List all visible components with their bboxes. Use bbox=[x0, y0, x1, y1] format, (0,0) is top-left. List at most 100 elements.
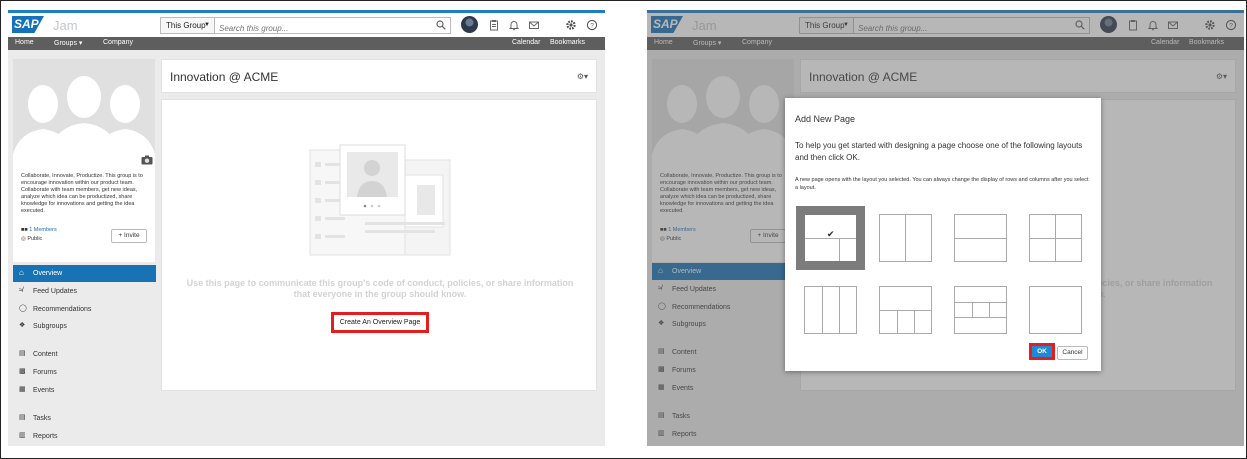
subgroups-icon: ❖ bbox=[19, 322, 26, 329]
document-icon: ▤ bbox=[19, 350, 26, 357]
nav-bookmarks[interactable]: Bookmarks bbox=[550, 39, 585, 46]
caret-down-icon: ▼ bbox=[204, 22, 210, 28]
dialog-note: A new page opens with the layout you sel… bbox=[795, 177, 1089, 191]
home-icon: ⌂ bbox=[19, 268, 24, 277]
app-name: Jam bbox=[53, 18, 78, 33]
group-description: Collaborate, Innovate, Productize. This … bbox=[21, 173, 143, 214]
overview-content: Use this page to communicate this group'… bbox=[161, 99, 597, 391]
nav-home[interactable]: Home bbox=[15, 39, 34, 46]
clipboard-icon: ▤ bbox=[19, 414, 26, 421]
layout-divider bbox=[897, 310, 898, 333]
sidebar-item-content[interactable]: ▤ Content bbox=[13, 346, 156, 363]
camera-icon[interactable] bbox=[141, 155, 153, 165]
layout-divider bbox=[972, 302, 973, 317]
mail-icon[interactable] bbox=[528, 19, 540, 31]
sidebar-item-feed-updates[interactable]: ≉ Feed Updates bbox=[13, 283, 156, 300]
create-overview-page-button[interactable]: Create An Overview Page bbox=[331, 312, 429, 333]
layout-divider bbox=[839, 287, 840, 333]
user-settings-icon: ⚙ bbox=[576, 72, 584, 81]
sidebar-item-label: Content bbox=[33, 351, 58, 358]
chat-icon: ▩ bbox=[19, 368, 26, 375]
svg-text:?: ? bbox=[590, 22, 594, 29]
chart-icon: ▥ bbox=[19, 432, 26, 439]
group-info-card: Collaborate, Innovate, Productize. This … bbox=[13, 167, 155, 262]
sidebar-item-overview[interactable]: ⌂ Overview bbox=[13, 265, 156, 282]
layout-divider bbox=[955, 317, 1006, 318]
group-settings-menu[interactable]: ⚙▾ bbox=[577, 72, 588, 81]
sidebar-item-label: Feed Updates bbox=[33, 288, 77, 295]
layout-divider bbox=[955, 302, 1006, 303]
page-placeholder-illustration bbox=[309, 144, 451, 256]
layout-divider bbox=[989, 302, 990, 317]
members-link[interactable]: ■■ 1 Members bbox=[21, 227, 57, 234]
lightbulb-icon: ◯ bbox=[19, 305, 27, 312]
group-cover-photo bbox=[13, 59, 155, 167]
layout-option-four-grid[interactable] bbox=[1029, 214, 1082, 262]
calendar-icon: ▦ bbox=[19, 386, 26, 393]
sidebar-item-label: Forums bbox=[33, 369, 57, 376]
sidebar-item-label: Overview bbox=[33, 270, 63, 277]
layout-option-two-columns[interactable] bbox=[879, 214, 932, 262]
nav-calendar[interactable]: Calendar bbox=[512, 39, 540, 46]
sidebar-item-label: Recommendations bbox=[33, 306, 92, 313]
help-icon[interactable]: ? bbox=[586, 19, 598, 31]
sidebar-item-label: Subgroups bbox=[33, 323, 67, 330]
main-nav: Home Groups ▾ Company Calendar Bookmarks bbox=[8, 37, 605, 50]
layout-option-row-over-three-columns[interactable] bbox=[879, 286, 932, 334]
sidebar-item-label: Reports bbox=[33, 433, 58, 440]
members-count: 1 Members bbox=[29, 227, 57, 233]
sidebar-item-subgroups[interactable]: ❖ Subgroups bbox=[13, 318, 156, 335]
dialog-title: Add New Page bbox=[795, 114, 856, 124]
group-header: Innovation @ ACME ⚙▾ bbox=[161, 59, 597, 93]
overview-hint: Use this page to communicate this group'… bbox=[186, 278, 574, 299]
sidebar-item-events[interactable]: ▦ Events bbox=[13, 382, 156, 399]
visibility-status: ◎ Public bbox=[21, 236, 42, 243]
search-input[interactable] bbox=[215, 21, 425, 36]
layout-option-two-rows-split[interactable]: ✔ bbox=[796, 206, 865, 270]
checkmark-icon: ✔ bbox=[827, 229, 835, 239]
dialog-instructions: To help you get started with designing a… bbox=[795, 141, 1083, 162]
sidebar-item-forums[interactable]: ▩ Forums bbox=[13, 364, 156, 381]
search-scope-select[interactable]: This Group ▼ bbox=[160, 17, 215, 34]
layout-option-single[interactable] bbox=[1029, 286, 1082, 334]
layout-divider bbox=[822, 287, 823, 333]
nav-company[interactable]: Company bbox=[103, 39, 133, 46]
layout-divider bbox=[905, 215, 906, 261]
top-bar: SAP Jam This Group▼ ? bbox=[8, 10, 605, 37]
layout-option-three-rows-split[interactable] bbox=[954, 286, 1007, 334]
nav-groups-label: Groups bbox=[54, 40, 77, 47]
add-new-page-dialog: Add New Page To help you get started wit… bbox=[785, 98, 1101, 371]
user-avatar[interactable] bbox=[461, 16, 478, 33]
members-icon: ■■ bbox=[21, 227, 30, 233]
nav-groups[interactable]: Groups ▾ bbox=[54, 39, 82, 47]
layout-divider bbox=[955, 238, 1006, 239]
layout-divider bbox=[839, 238, 840, 261]
bell-icon[interactable] bbox=[508, 19, 520, 31]
sidebar-item-recommendations[interactable]: ◯ Recommendations bbox=[13, 301, 156, 318]
visibility-label: Public bbox=[27, 236, 43, 242]
sidebar-item-label: Tasks bbox=[33, 415, 51, 422]
layout-divider bbox=[914, 310, 915, 333]
page-title: Innovation @ ACME bbox=[170, 70, 279, 84]
sidebar-item-reports[interactable]: ▥ Reports bbox=[13, 428, 156, 445]
sidebar-item-tasks[interactable]: ▤ Tasks bbox=[13, 410, 156, 427]
layout-option-two-rows[interactable] bbox=[954, 214, 1007, 262]
layout-divider bbox=[1055, 215, 1056, 261]
sidebar-item-label: Events bbox=[33, 387, 55, 394]
group-overview-screen: SAP Jam This Group▼ ? Home Groups ▾ Comp… bbox=[8, 10, 605, 446]
invite-button[interactable]: + Invite bbox=[111, 229, 147, 243]
caret-down-icon: ▾ bbox=[76, 40, 83, 47]
gear-icon[interactable] bbox=[565, 19, 577, 31]
sap-logo[interactable]: SAP bbox=[12, 16, 44, 33]
layout-option-three-columns[interactable] bbox=[804, 286, 857, 334]
add-new-page-screen: SAP Jam This Group▼ ? Home Groups ▾ Comp… bbox=[647, 10, 1244, 446]
layout-divider bbox=[880, 310, 931, 311]
cancel-button[interactable]: Cancel bbox=[1057, 346, 1088, 360]
caret-down-icon: ▾ bbox=[583, 72, 588, 81]
ok-button[interactable]: OK bbox=[1029, 343, 1055, 360]
clipboard-icon[interactable] bbox=[488, 19, 500, 31]
invite-label: Invite bbox=[124, 232, 140, 239]
search-scope-label: This Group bbox=[166, 21, 206, 30]
rss-icon: ≉ bbox=[19, 287, 23, 294]
search-icon[interactable] bbox=[436, 20, 446, 30]
